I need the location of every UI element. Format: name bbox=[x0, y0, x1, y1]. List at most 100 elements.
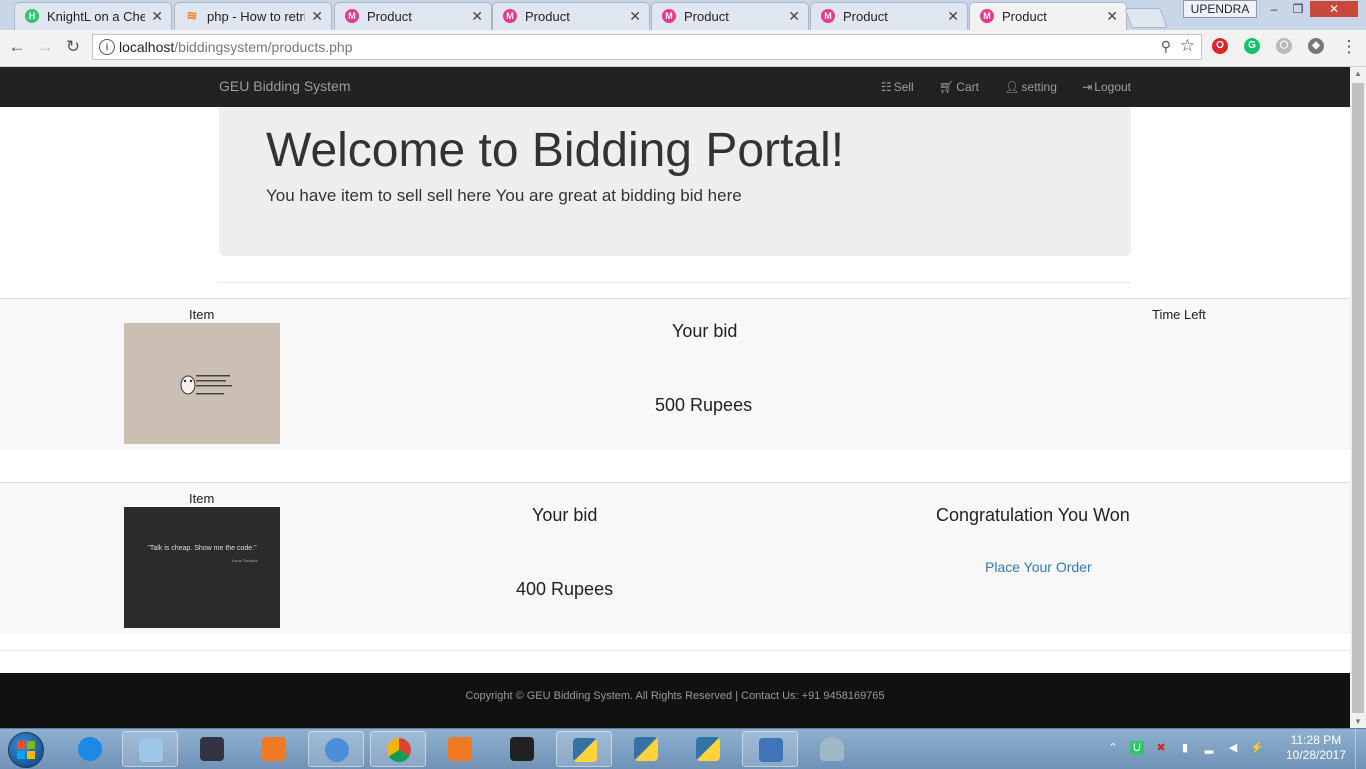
footer-text: Copyright © GEU Bidding System. All Righ… bbox=[465, 690, 885, 702]
start-button[interactable] bbox=[8, 732, 44, 768]
browser-tab[interactable]: M Product ✕ bbox=[651, 2, 809, 30]
python-file-icon bbox=[696, 737, 720, 761]
browser-tab-active[interactable]: M Product ✕ bbox=[969, 2, 1127, 30]
taskbar-ie[interactable] bbox=[62, 731, 118, 767]
tab-title: Product bbox=[525, 9, 570, 24]
browser-tab[interactable]: M Product ✕ bbox=[492, 2, 650, 30]
device-icon[interactable]: ▮ bbox=[1178, 741, 1192, 755]
item-image[interactable] bbox=[124, 323, 280, 444]
virtualbox-icon bbox=[759, 738, 783, 762]
reload-icon[interactable]: ↻ bbox=[62, 36, 84, 58]
tab-title: Product bbox=[1002, 9, 1047, 24]
site-navbar: GEU Bidding System ☷ Sell 🛒︎ Cart 👤︎ settin… bbox=[0, 67, 1350, 107]
volume-icon[interactable]: ◀ bbox=[1226, 741, 1240, 755]
network-warning-icon[interactable]: ✖ bbox=[1154, 741, 1168, 755]
nav-sell[interactable]: ☷ Sell bbox=[881, 80, 914, 94]
place-order-link[interactable]: Place Your Order bbox=[985, 559, 1092, 575]
product-icon: M bbox=[345, 9, 359, 23]
menu-icon[interactable]: ⋮ bbox=[1338, 36, 1360, 58]
bid-row: Item Your bid 500 Rupees Time Left bbox=[0, 298, 1350, 450]
forward-arrow-icon[interactable]: → bbox=[34, 36, 56, 58]
taskbar-python-file[interactable] bbox=[618, 731, 674, 767]
close-icon[interactable]: ✕ bbox=[629, 8, 641, 25]
item-header: Item bbox=[189, 307, 215, 322]
page-subtitle: You have item to sell sell here You are … bbox=[266, 186, 742, 205]
taskbar-clock[interactable]: 11:28 PM 10/28/2017 bbox=[1276, 733, 1356, 763]
zoom-icon[interactable]: ⚲ bbox=[1161, 38, 1171, 55]
close-icon[interactable]: ✕ bbox=[947, 8, 959, 25]
tab-title: Product bbox=[843, 9, 888, 24]
back-arrow-icon[interactable]: ← bbox=[6, 36, 28, 58]
browser-tab[interactable]: M Product ✕ bbox=[810, 2, 968, 30]
taskbar-explorer[interactable] bbox=[122, 731, 178, 767]
product-icon: M bbox=[980, 9, 994, 23]
taskbar-snip[interactable] bbox=[432, 731, 488, 767]
page-scrollbar[interactable]: ▲ ▼ bbox=[1350, 67, 1366, 728]
taskbar-python-file-2[interactable] bbox=[680, 731, 736, 767]
taskbar-virtualbox[interactable] bbox=[742, 731, 798, 767]
site-brand[interactable]: GEU Bidding System bbox=[219, 78, 351, 94]
item-image[interactable]: "Talk is cheap. Show me the code." Linus… bbox=[124, 507, 280, 628]
show-desktop-button[interactable] bbox=[1355, 729, 1366, 769]
taskbar-paint[interactable] bbox=[804, 731, 860, 767]
close-icon[interactable]: ✕ bbox=[471, 8, 483, 25]
taskbar-media[interactable] bbox=[184, 731, 240, 767]
browser-toolbar: ← → ↻ i localhost/biddingsystem/products… bbox=[0, 30, 1366, 67]
logout-icon: ⇥ bbox=[1082, 80, 1093, 94]
stackoverflow-icon: ≋ bbox=[186, 8, 198, 23]
time-left-header: Time Left bbox=[1152, 307, 1206, 322]
product-icon: M bbox=[503, 9, 517, 23]
nav-logout[interactable]: ⇥ Logout bbox=[1082, 80, 1131, 94]
taskbar-chrome[interactable] bbox=[370, 731, 426, 767]
new-tab-button[interactable] bbox=[1124, 8, 1168, 28]
windows-logo-icon bbox=[17, 741, 35, 759]
scroll-down-icon[interactable]: ▼ bbox=[1354, 717, 1362, 726]
address-bar[interactable]: i localhost/biddingsystem/products.php ⚲… bbox=[92, 34, 1202, 60]
hackerrank-icon: H bbox=[25, 9, 39, 23]
media-player-icon bbox=[200, 737, 224, 761]
url-text[interactable]: localhost/biddingsystem/products.php bbox=[119, 39, 352, 55]
close-window-icon[interactable]: ✕ bbox=[1310, 1, 1358, 17]
cube-extension-icon[interactable]: ⬡ bbox=[1276, 38, 1292, 54]
close-icon[interactable]: ✕ bbox=[311, 8, 323, 25]
taskbar-python-idle[interactable] bbox=[556, 731, 612, 767]
info-icon[interactable]: i bbox=[99, 39, 115, 55]
minimize-icon[interactable]: – bbox=[1262, 1, 1286, 17]
nav-setting[interactable]: 👤︎ setting bbox=[1004, 80, 1057, 94]
close-icon[interactable]: ✕ bbox=[788, 8, 800, 25]
grammarly-extension-icon[interactable]: G bbox=[1244, 38, 1260, 54]
your-bid-label: Your bid bbox=[672, 321, 738, 341]
nav-links: ☷ Sell 🛒︎ Cart 👤︎ setting ⇥ Logout bbox=[859, 80, 1131, 94]
show-hidden-icons-icon[interactable]: ⌃ bbox=[1106, 741, 1120, 755]
browser-tab[interactable]: M Product ✕ bbox=[334, 2, 492, 30]
signal-icon[interactable]: ▂ bbox=[1202, 741, 1216, 755]
won-status: Congratulation You Won bbox=[936, 505, 1130, 525]
close-icon[interactable]: ✕ bbox=[1106, 8, 1118, 25]
browser-tab[interactable]: H KnightL on a Ches ✕ bbox=[14, 2, 172, 30]
nav-sell-label: Sell bbox=[893, 80, 914, 94]
profile-name-badge[interactable]: UPENDRA bbox=[1183, 0, 1257, 18]
taskbar-camera[interactable] bbox=[246, 731, 302, 767]
page-title: Welcome to Bidding Portal! bbox=[266, 124, 845, 177]
bookmark-star-icon[interactable]: ☆ bbox=[1180, 36, 1195, 56]
scroll-up-icon[interactable]: ▲ bbox=[1354, 69, 1362, 78]
taskbar-terminal[interactable] bbox=[494, 731, 550, 767]
taskbar-chromium[interactable] bbox=[308, 731, 364, 767]
power-icon[interactable]: ⚡ bbox=[1250, 741, 1264, 755]
divider bbox=[0, 650, 1350, 651]
close-icon[interactable]: ✕ bbox=[151, 8, 163, 25]
restore-icon[interactable]: ❐ bbox=[1286, 1, 1310, 17]
shield-extension-icon[interactable]: ◆ bbox=[1308, 38, 1324, 54]
url-host: localhost bbox=[119, 39, 175, 55]
opera-extension-icon[interactable]: O bbox=[1212, 38, 1228, 54]
paint-bucket-icon bbox=[820, 737, 844, 761]
python-icon bbox=[573, 738, 597, 762]
app-tray-icon[interactable]: U bbox=[1130, 741, 1144, 755]
scrollbar-thumb[interactable] bbox=[1352, 83, 1364, 713]
page-viewport: GEU Bidding System ☷ Sell 🛒︎ Cart 👤︎ settin… bbox=[0, 67, 1350, 728]
cart-icon: 🛒︎ bbox=[939, 80, 955, 94]
nav-cart[interactable]: 🛒︎ Cart bbox=[939, 80, 979, 94]
terminal-icon bbox=[510, 737, 534, 761]
your-bid-label: Your bid bbox=[532, 505, 598, 525]
browser-tab[interactable]: ≋ php - How to retrie ✕ bbox=[174, 2, 332, 30]
